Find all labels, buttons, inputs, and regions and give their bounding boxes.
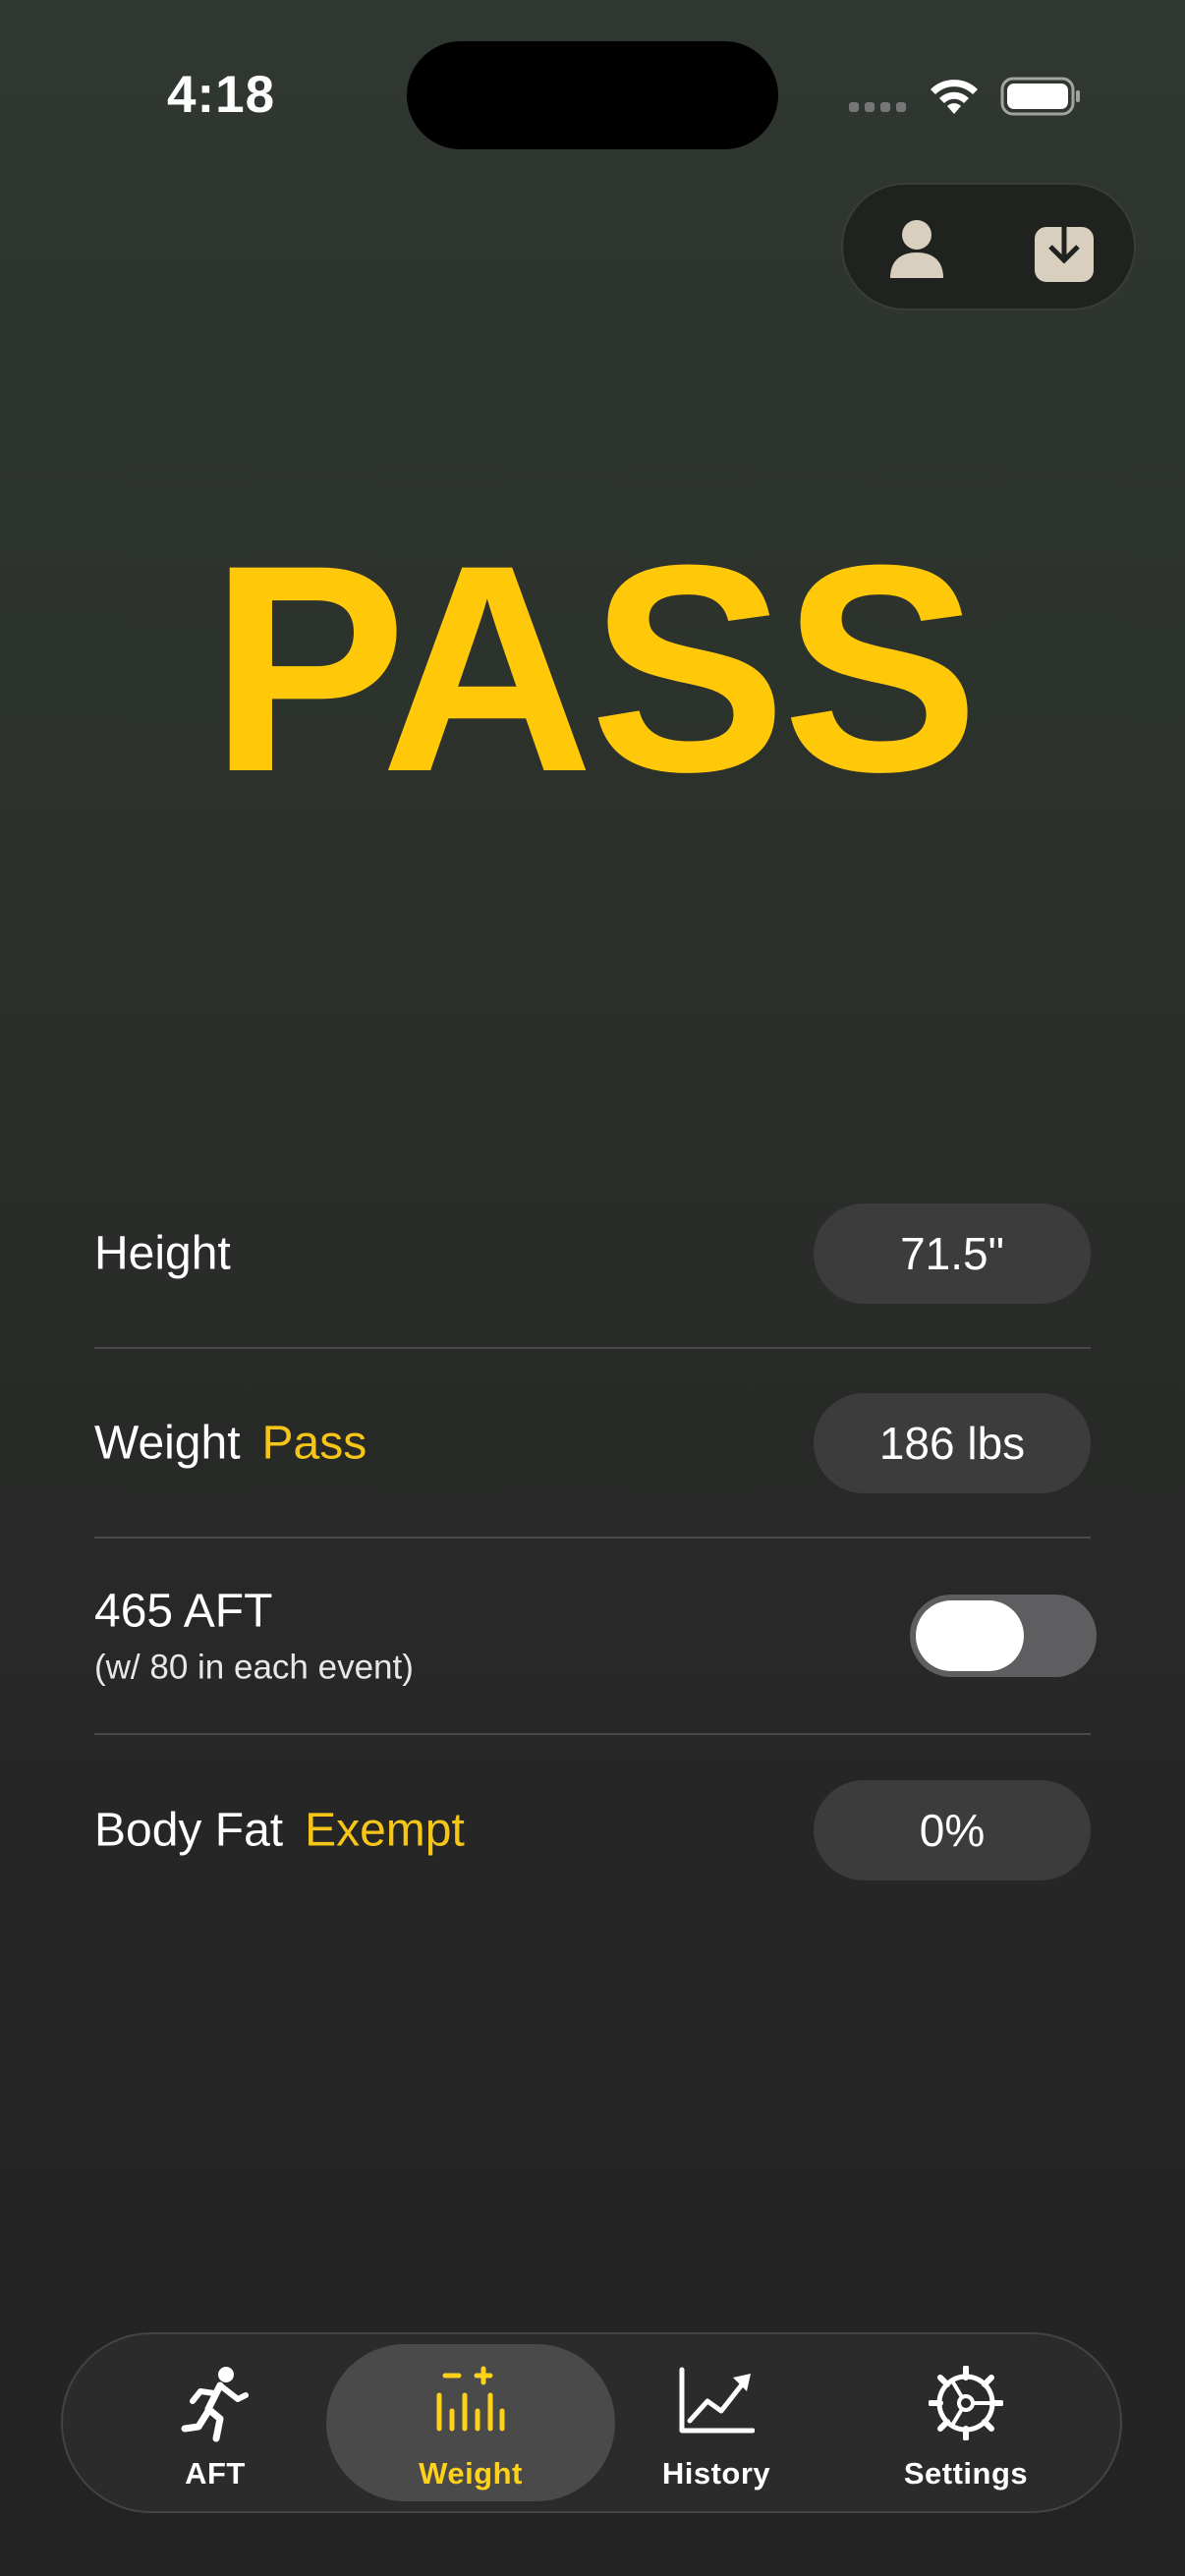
tab-weight[interactable]: Weight [326, 2334, 615, 2511]
tab-aft[interactable]: AFT [90, 2334, 340, 2511]
weight-label: Weight [94, 1417, 241, 1469]
tab-history-label: History [661, 2456, 771, 2491]
profile-button[interactable] [843, 185, 990, 312]
running-figure-icon [181, 2367, 249, 2442]
weight-field[interactable]: 186 lbs [814, 1392, 1091, 1493]
line-chart-icon [679, 2367, 755, 2434]
download-tray-icon [1035, 215, 1094, 282]
aft-label: 465 AFT [94, 1585, 273, 1638]
height-label: Height [94, 1227, 231, 1279]
weight-status: Pass [261, 1417, 367, 1469]
height-field[interactable]: 71.5" [814, 1203, 1091, 1304]
tab-settings[interactable]: Settings [841, 2334, 1091, 2511]
top-action-group [841, 183, 1136, 310]
dynamic-island [407, 41, 778, 149]
body-fat-status: Exempt [305, 1804, 465, 1856]
body-fat-label: Body Fat [94, 1804, 284, 1856]
status-bar: 4:18 [0, 0, 1185, 167]
toggle-knob [916, 1600, 1024, 1671]
body-fat-field[interactable]: 0% [814, 1779, 1091, 1880]
scale-bars-icon [436, 2366, 505, 2432]
aft-exemption-toggle[interactable] [910, 1595, 1097, 1677]
tab-aft-label: AFT [185, 2456, 246, 2491]
tab-settings-label: Settings [903, 2456, 1029, 2491]
person-icon [890, 220, 943, 278]
status-time: 4:18 [167, 66, 276, 124]
battery-icon [1000, 77, 1080, 116]
aft-row: 465 AFT (w/ 80 in each event) [94, 1539, 1097, 1735]
measurements-list: Height 71.5" Weight Pass 186 lbs 465 AFT … [94, 1159, 1097, 1925]
body-fat-row: Body Fat Exempt 0% [94, 1735, 1091, 1925]
export-button[interactable] [990, 185, 1138, 312]
weight-row: Weight Pass 186 lbs [94, 1349, 1091, 1539]
tab-history[interactable]: History [592, 2334, 841, 2511]
tab-bar: AFT Weight History Settings [61, 2332, 1122, 2513]
aft-label-group: 465 AFT (w/ 80 in each event) [94, 1585, 414, 1688]
aft-sublabel: (w/ 80 in each event) [94, 1648, 414, 1687]
cellular-signal-icon [849, 102, 906, 112]
wifi-icon [931, 80, 978, 114]
gear-icon [929, 2366, 1003, 2440]
body-fat-label-group: Body Fat Exempt [94, 1803, 465, 1857]
weight-label-group: Weight Pass [94, 1416, 367, 1470]
result-status: PASS [209, 503, 980, 833]
tab-weight-label: Weight [419, 2456, 523, 2491]
height-row: Height 71.5" [94, 1159, 1091, 1349]
